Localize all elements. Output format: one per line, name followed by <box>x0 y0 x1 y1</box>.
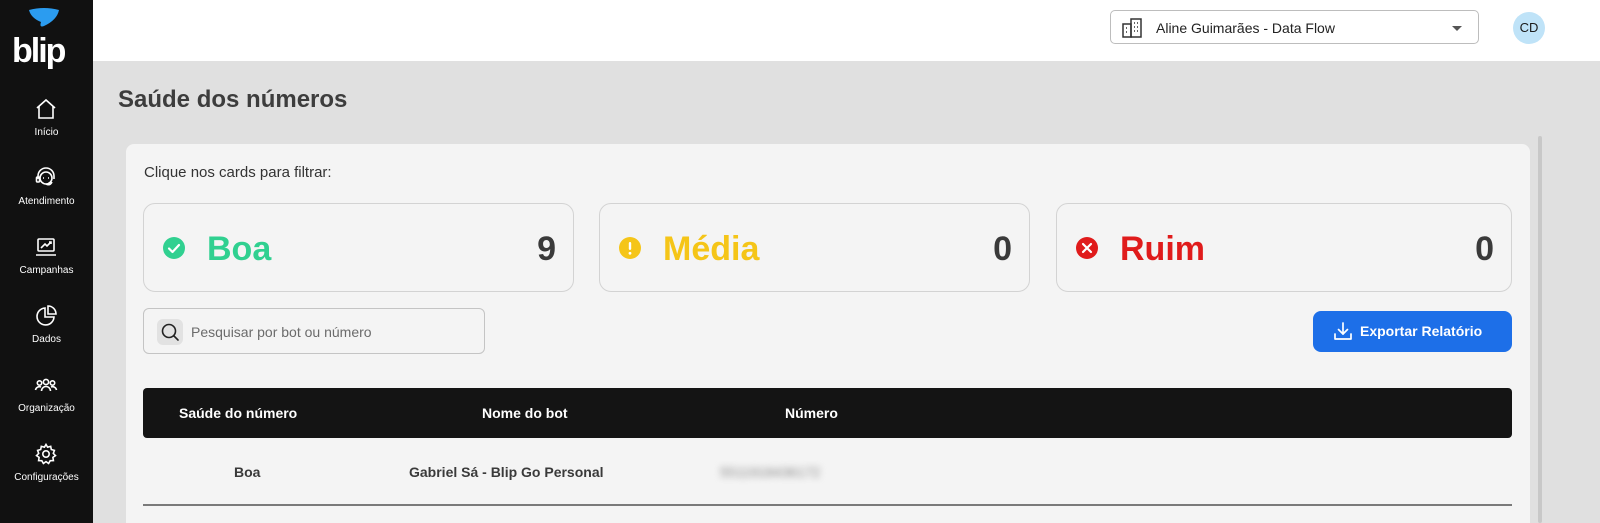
people-icon <box>34 378 58 392</box>
table-header: Saúde do número Nome do bot Número <box>143 388 1512 438</box>
avatar[interactable]: CD <box>1513 12 1545 44</box>
organization-select[interactable]: Aline Guimarães - Data Flow <box>1110 10 1479 44</box>
table-row[interactable]: Boa Gabriel Sá - Blip Go Personal 551191… <box>143 440 1512 506</box>
card-count: 0 <box>1475 230 1494 268</box>
headset-icon <box>35 167 55 186</box>
logo-bubble-icon <box>29 8 59 27</box>
card-boa[interactable]: Boa 9 <box>143 203 574 292</box>
cell-bot-name: Gabriel Sá - Blip Go Personal <box>409 464 604 480</box>
export-report-button[interactable]: Exportar Relatório <box>1313 311 1512 352</box>
search-input[interactable] <box>191 321 476 343</box>
home-icon <box>36 98 56 119</box>
logo-text: blip <box>12 32 66 70</box>
page-title: Saúde dos números <box>118 86 348 113</box>
sidebar-item-configuracoes[interactable]: Configurações <box>0 442 93 502</box>
cell-number: 5511918436172 <box>720 464 821 480</box>
sidebar-item-inicio[interactable]: Início <box>0 97 93 157</box>
check-circle-icon <box>163 237 185 259</box>
column-header-bot-name[interactable]: Nome do bot <box>482 405 568 421</box>
gear-icon <box>35 442 57 465</box>
search-box <box>143 308 485 354</box>
filter-hint: Clique nos cards para filtrar: <box>144 164 332 181</box>
sidebar-item-label: Organização <box>18 403 75 414</box>
sidebar-item-campanhas[interactable]: Campanhas <box>0 235 93 295</box>
card-media[interactable]: Média 0 <box>599 203 1030 292</box>
sidebar-item-label: Atendimento <box>18 196 75 207</box>
campaign-icon <box>36 238 56 256</box>
card-count: 0 <box>993 230 1012 268</box>
card-count: 9 <box>537 230 556 268</box>
download-icon <box>1334 322 1352 340</box>
sidebar: blip Início Atendimento Campanhas Dados … <box>0 0 93 523</box>
card-ruim[interactable]: Ruim 0 <box>1056 203 1512 292</box>
sidebar-item-organizacao[interactable]: Organização <box>0 373 93 433</box>
top-bar: Aline Guimarães - Data Flow CD <box>93 0 1600 61</box>
sidebar-item-label: Início <box>34 127 59 138</box>
x-circle-icon <box>1076 237 1098 259</box>
card-label: Média <box>663 230 760 268</box>
warning-circle-icon <box>619 237 641 259</box>
sidebar-item-label: Dados <box>32 334 61 345</box>
pie-chart-icon <box>36 305 57 326</box>
export-report-label: Exportar Relatório <box>1360 323 1483 339</box>
scrollbar[interactable] <box>1538 136 1542 523</box>
sidebar-item-label: Configurações <box>14 472 79 483</box>
column-header-health[interactable]: Saúde do número <box>179 405 297 421</box>
sidebar-item-dados[interactable]: Dados <box>0 304 93 364</box>
building-icon <box>1122 18 1142 38</box>
organization-name: Aline Guimarães - Data Flow <box>1156 20 1335 36</box>
cell-health: Boa <box>234 464 261 480</box>
column-header-number[interactable]: Número <box>785 405 838 421</box>
chevron-down-icon <box>1452 26 1462 31</box>
card-label: Ruim <box>1120 230 1205 268</box>
search-icon[interactable] <box>157 319 183 345</box>
card-label: Boa <box>207 230 272 268</box>
sidebar-item-atendimento[interactable]: Atendimento <box>0 166 93 226</box>
sidebar-item-label: Campanhas <box>19 265 74 276</box>
blip-logo[interactable]: blip <box>10 8 76 74</box>
